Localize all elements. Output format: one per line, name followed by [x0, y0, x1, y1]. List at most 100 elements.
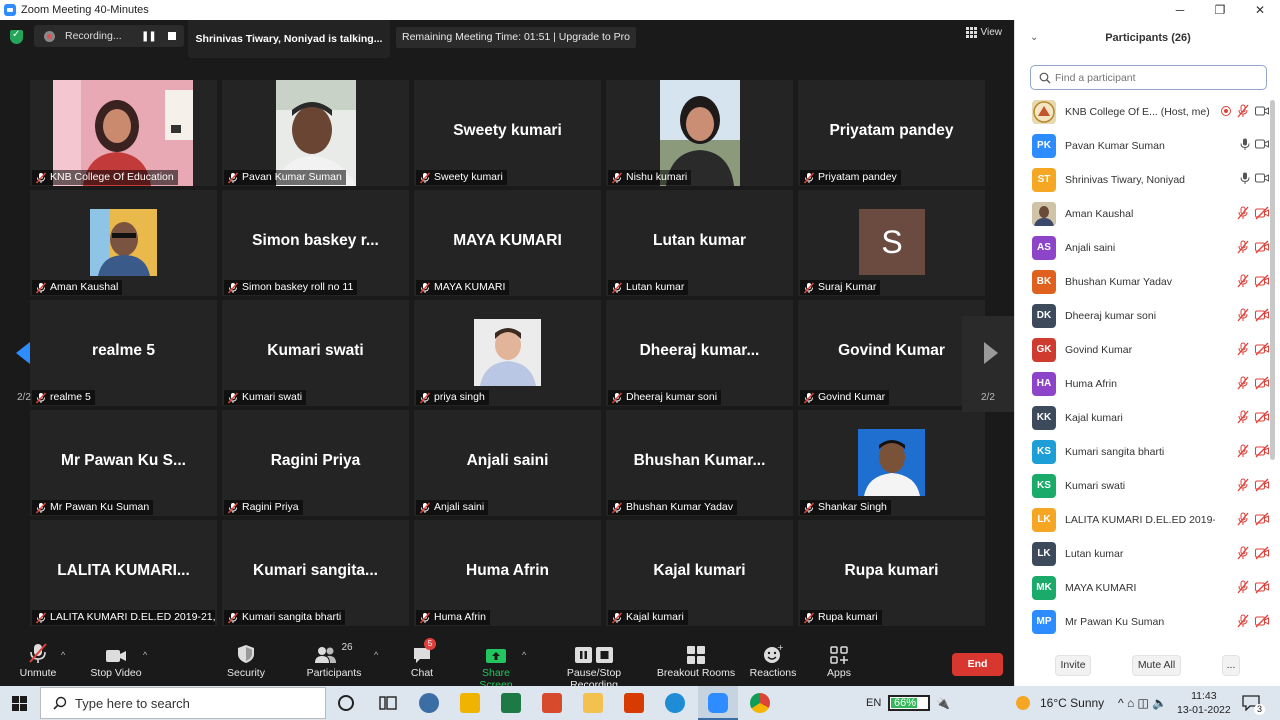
- office-icon[interactable]: [624, 693, 644, 713]
- notification-center-icon[interactable]: 3: [1242, 686, 1265, 720]
- participant-row[interactable]: BK Bhushan Kumar Yadav: [1015, 265, 1271, 299]
- participant-row[interactable]: LK Lutan kumar: [1015, 537, 1271, 571]
- mic-muted-icon[interactable]: [1236, 444, 1250, 458]
- mic-muted-icon[interactable]: [1236, 546, 1250, 560]
- audio-options-caret-icon[interactable]: ^: [61, 650, 65, 660]
- mic-muted-icon[interactable]: [1236, 580, 1250, 594]
- participant-row[interactable]: DK Dheeraj kumar soni: [1015, 299, 1271, 333]
- video-tile[interactable]: Bhushan Kumar... Bhushan Kumar Yadav: [606, 410, 793, 516]
- previous-page-arrow-icon[interactable]: [16, 342, 30, 364]
- video-tile[interactable]: Dheeraj kumar... Dheeraj kumar soni: [606, 300, 793, 406]
- participant-row[interactable]: KK Kajal kumari: [1015, 401, 1271, 435]
- mic-muted-icon[interactable]: [1236, 240, 1250, 254]
- battery-indicator[interactable]: 66%: [888, 695, 930, 711]
- participant-row[interactable]: KS Kumari swati: [1015, 469, 1271, 503]
- stop-recording-icon[interactable]: [167, 32, 176, 40]
- video-tile[interactable]: Kajal kumari Kajal kumari: [606, 520, 793, 626]
- video-tile[interactable]: priya singh: [414, 300, 601, 406]
- video-tile[interactable]: S Suraj Kumar: [798, 190, 985, 296]
- mic-muted-icon[interactable]: [1236, 478, 1250, 492]
- participants-scrollbar[interactable]: [1270, 100, 1275, 460]
- video-tile[interactable]: Mr Pawan Ku S... Mr Pawan Ku Suman: [30, 410, 217, 516]
- mute-all-button[interactable]: Mute All: [1132, 655, 1181, 676]
- invite-button[interactable]: Invite: [1055, 655, 1091, 676]
- unmute-button[interactable]: Unmute: [16, 640, 60, 686]
- mic-muted-icon[interactable]: [1236, 512, 1250, 526]
- video-tile[interactable]: Priyatam pandey Priyatam pandey: [798, 80, 985, 186]
- store-icon[interactable]: [460, 693, 480, 713]
- video-tile[interactable]: Kumari sangita... Kumari sangita bharti: [222, 520, 409, 626]
- taskbar-search-box[interactable]: Type here to search: [40, 687, 326, 719]
- encryption-shield-icon[interactable]: [10, 29, 23, 44]
- video-tile[interactable]: Ragini Priya Ragini Priya: [222, 410, 409, 516]
- video-tile[interactable]: LALITA KUMARI... LALITA KUMARI D.EL.ED 20…: [30, 520, 217, 626]
- video-tile[interactable]: Aman Kaushal: [30, 190, 217, 296]
- video-tile[interactable]: KNB College Of Education: [30, 80, 217, 186]
- apps-button[interactable]: Apps: [824, 640, 854, 686]
- mic-on-icon[interactable]: [1240, 172, 1250, 184]
- mic-muted-icon[interactable]: [1236, 206, 1250, 220]
- video-tile[interactable]: Govind Kumar Govind Kumar: [798, 300, 985, 406]
- participant-row[interactable]: LK LALITA KUMARI D.EL.ED 2019-21...: [1015, 503, 1271, 537]
- share-screen-button[interactable]: Share Screen: [464, 640, 528, 691]
- view-button[interactable]: View: [965, 27, 1002, 38]
- system-tray-icons[interactable]: ^ ⌂ ◫ 🔈: [1118, 686, 1167, 720]
- zoom-taskbar-icon[interactable]: [708, 693, 728, 713]
- close-button[interactable]: ✕: [1240, 0, 1280, 20]
- powerpoint-icon[interactable]: [542, 693, 562, 713]
- participant-row[interactable]: GK Govind Kumar: [1015, 333, 1271, 367]
- video-tile[interactable]: Lutan kumar Lutan kumar: [606, 190, 793, 296]
- video-tile[interactable]: Pavan Kumar Suman: [222, 80, 409, 186]
- participants-options-caret-icon[interactable]: ^: [374, 650, 378, 660]
- next-page-arrow-icon[interactable]: [984, 342, 998, 364]
- cortana-icon[interactable]: [338, 695, 354, 711]
- reactions-button[interactable]: + Reactions: [748, 640, 798, 686]
- excel-icon[interactable]: [501, 693, 521, 713]
- participant-row[interactable]: PK Pavan Kumar Suman: [1015, 129, 1271, 163]
- minimize-button[interactable]: ─: [1160, 0, 1200, 20]
- pause-stop-recording-button[interactable]: Pause/Stop Recording: [542, 640, 646, 691]
- more-options-button[interactable]: ...: [1222, 655, 1240, 676]
- remaining-time-banner[interactable]: Remaining Meeting Time: 01:51 | Upgrade …: [396, 27, 637, 48]
- windows-start-icon[interactable]: [12, 696, 27, 711]
- end-meeting-button[interactable]: End: [952, 653, 1003, 676]
- task-view-icon[interactable]: [378, 693, 398, 713]
- participant-row[interactable]: KNB College Of E... (Host, me): [1015, 95, 1271, 129]
- video-tile[interactable]: Anjali saini Anjali saini: [414, 410, 601, 516]
- video-tile[interactable]: Shankar Singh: [798, 410, 985, 516]
- breakout-rooms-button[interactable]: Breakout Rooms: [656, 640, 736, 686]
- mic-muted-icon[interactable]: [1236, 104, 1250, 118]
- participants-button[interactable]: 26 Participants: [302, 640, 366, 686]
- participant-row[interactable]: MK MAYA KUMARI: [1015, 571, 1271, 605]
- participant-search-input[interactable]: [1055, 71, 1255, 84]
- pause-recording-icon[interactable]: ❚❚: [141, 31, 157, 42]
- video-tile[interactable]: Rupa kumari Rupa kumari: [798, 520, 985, 626]
- security-button[interactable]: Security: [222, 640, 270, 686]
- mic-muted-icon[interactable]: [1236, 410, 1250, 424]
- maximize-button[interactable]: ❐: [1200, 0, 1240, 20]
- video-tile[interactable]: Sweety kumari Sweety kumari: [414, 80, 601, 186]
- participant-row[interactable]: ST Shrinivas Tiwary, Noniyad: [1015, 163, 1271, 197]
- participant-search-box[interactable]: [1030, 65, 1267, 90]
- video-tile[interactable]: Huma Afrin Huma Afrin: [414, 520, 601, 626]
- participant-row[interactable]: KS Kumari sangita bharti: [1015, 435, 1271, 469]
- mic-on-icon[interactable]: [1240, 138, 1250, 150]
- app-icon-blue[interactable]: [419, 693, 439, 713]
- taskbar-clock[interactable]: 11:43 13-01-2022: [1177, 689, 1231, 717]
- video-tile[interactable]: MAYA KUMARI MAYA KUMARI: [414, 190, 601, 296]
- share-options-caret-icon[interactable]: ^: [522, 650, 526, 660]
- participant-row[interactable]: HA Huma Afrin: [1015, 367, 1271, 401]
- weather-label[interactable]: 16°C Sunny: [1040, 686, 1104, 720]
- edge-icon[interactable]: [665, 693, 685, 713]
- language-indicator[interactable]: EN: [866, 686, 881, 720]
- video-tile[interactable]: Nishu kumari: [606, 80, 793, 186]
- video-tile[interactable]: Simon baskey r... Simon baskey roll no 11: [222, 190, 409, 296]
- participant-row[interactable]: Aman Kaushal: [1015, 197, 1271, 231]
- video-tile[interactable]: Kumari swati Kumari swati: [222, 300, 409, 406]
- mic-muted-icon[interactable]: [1236, 274, 1250, 288]
- participant-row[interactable]: AS Anjali saini: [1015, 231, 1271, 265]
- mic-muted-icon[interactable]: [1236, 342, 1250, 356]
- mic-muted-icon[interactable]: [1236, 308, 1250, 322]
- chat-button[interactable]: 5 Chat: [402, 638, 442, 686]
- video-options-caret-icon[interactable]: ^: [143, 650, 147, 660]
